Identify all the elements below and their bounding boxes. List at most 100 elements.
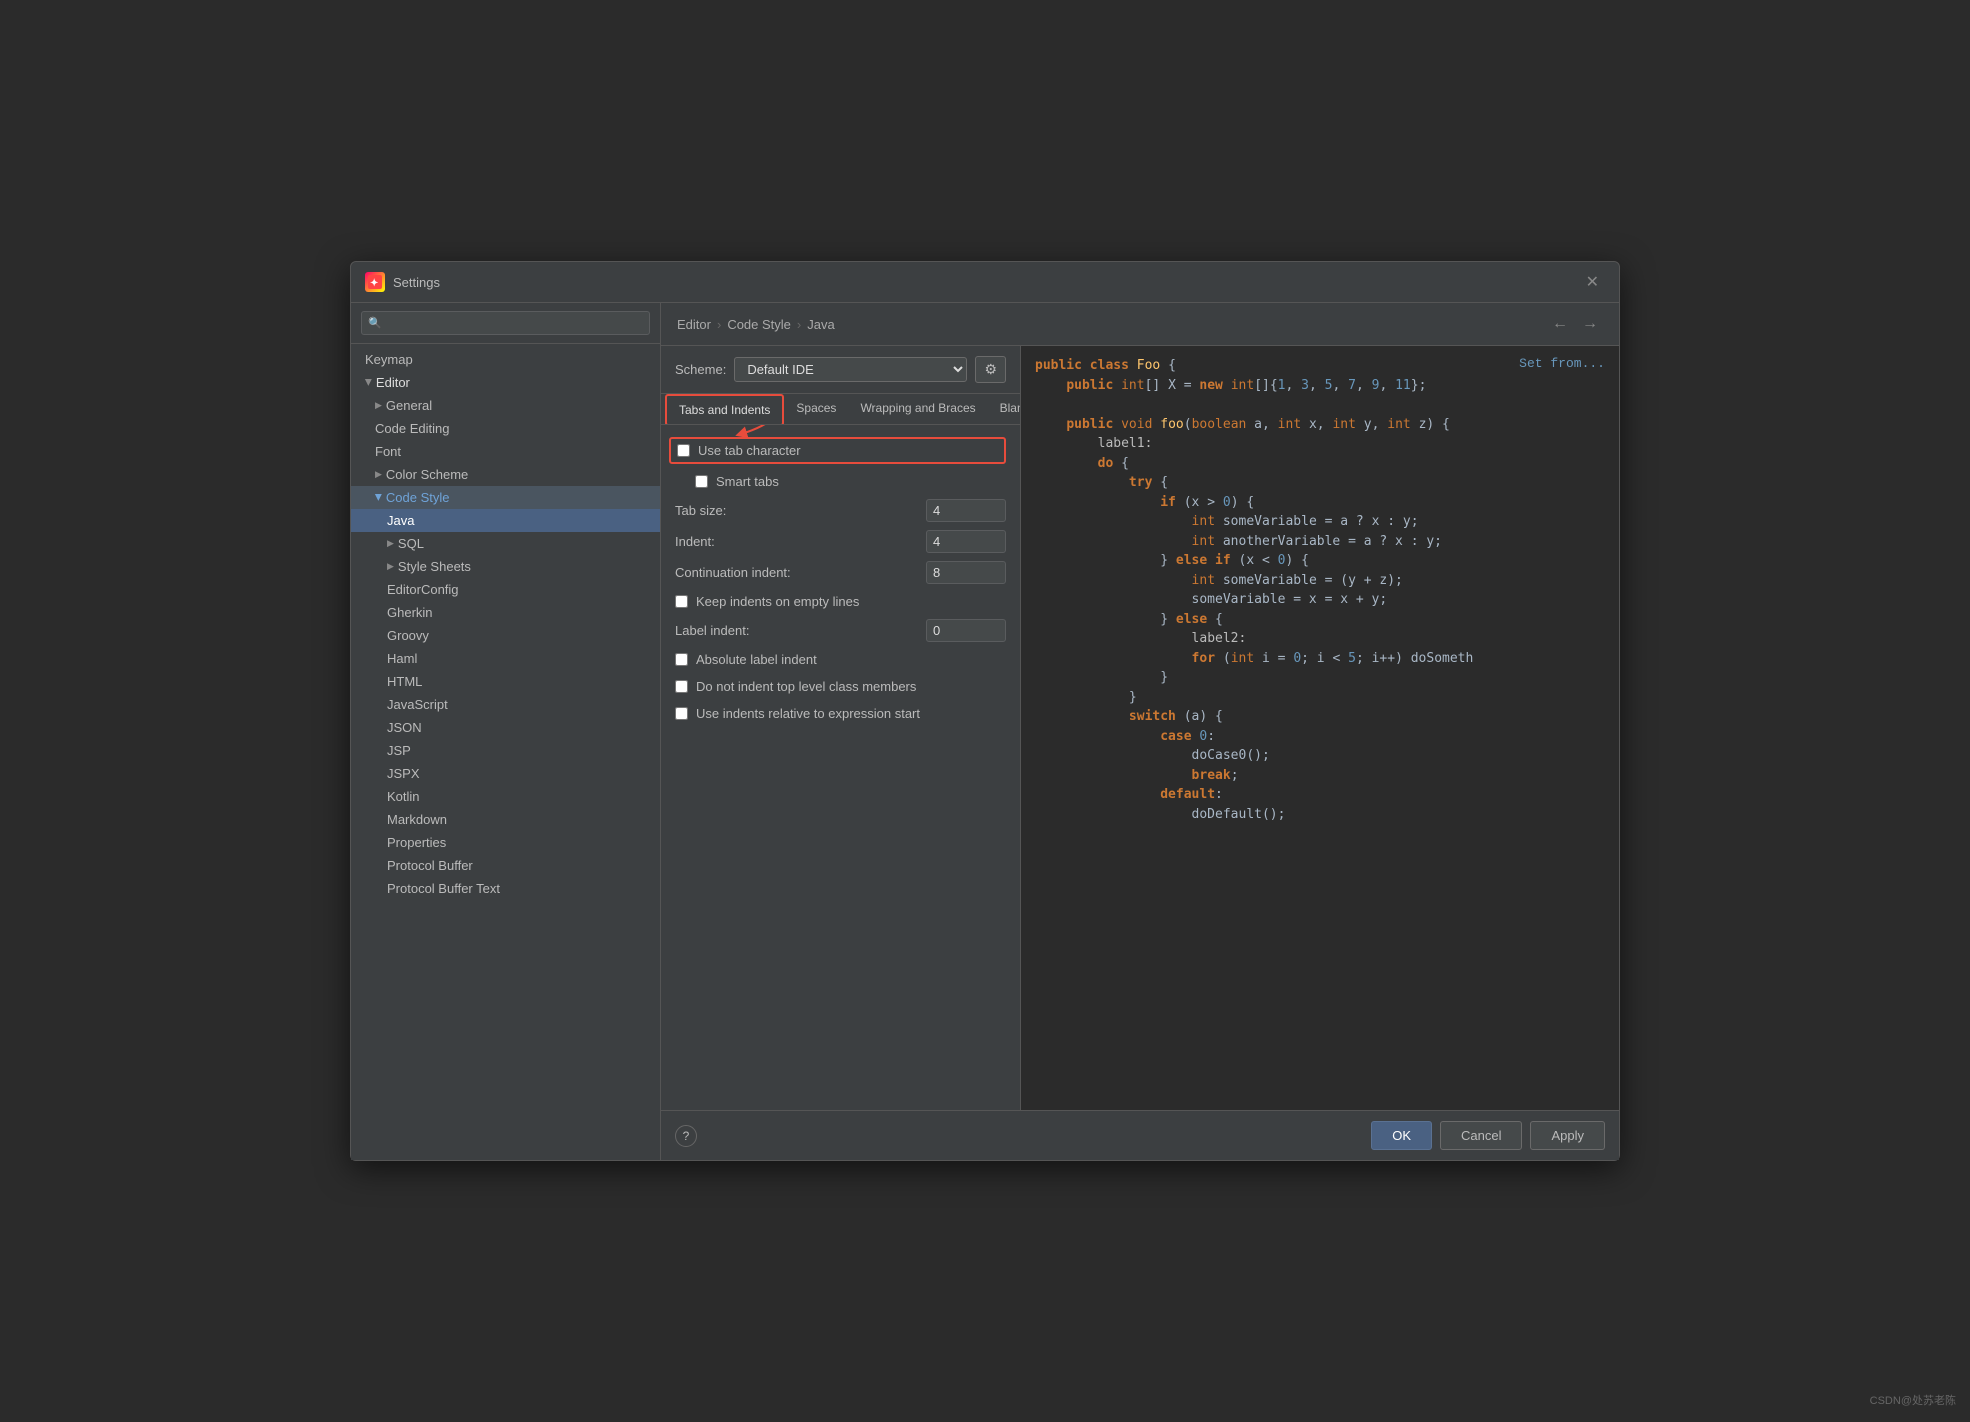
sidebar-item-keymap[interactable]: Keymap — [351, 348, 660, 371]
tab-tabs-and-indents[interactable]: Tabs and Indents — [665, 394, 784, 425]
sidebar-item-general[interactable]: ▶ General — [351, 394, 660, 417]
sidebar-item-sql[interactable]: ▶ SQL — [351, 532, 660, 555]
label-indent-row: Label indent: — [675, 619, 1006, 642]
sidebar-item-haml-label: Haml — [387, 651, 417, 666]
breadcrumb-java: Java — [807, 317, 834, 332]
search-icon: 🔍 — [368, 317, 382, 330]
sidebar-item-color-scheme-label: Color Scheme — [386, 467, 468, 482]
use-tab-character-checkbox[interactable] — [677, 444, 690, 457]
sidebar-item-sql-label: SQL — [398, 536, 424, 551]
code-preview: Set from... public class Foo { public in… — [1021, 346, 1619, 1110]
tab-wrapping-and-braces[interactable]: Wrapping and Braces — [848, 394, 987, 424]
apply-button[interactable]: Apply — [1530, 1121, 1605, 1150]
no-indent-top-level-label: Do not indent top level class members — [696, 679, 916, 694]
continuation-indent-input[interactable] — [926, 561, 1006, 584]
sidebar-item-kotlin[interactable]: Kotlin — [351, 785, 660, 808]
tabs-row: Tabs and Indents Spaces Wrapping and Bra… — [661, 394, 1020, 425]
sidebar-item-gherkin[interactable]: Gherkin — [351, 601, 660, 624]
sidebar-item-properties-label: Properties — [387, 835, 446, 850]
svg-text:✦: ✦ — [370, 278, 378, 289]
sidebar-item-protocol-buffer-text[interactable]: Protocol Buffer Text — [351, 877, 660, 900]
search-input[interactable] — [361, 311, 650, 335]
no-indent-top-level-checkbox[interactable] — [675, 680, 688, 693]
sidebar-item-protocol-buffer-text-label: Protocol Buffer Text — [387, 881, 500, 896]
sidebar-item-jsp[interactable]: JSP — [351, 739, 660, 762]
continuation-indent-row: Continuation indent: — [675, 561, 1006, 584]
breadcrumb-sep2: › — [797, 317, 801, 332]
sidebar-item-jsp-label: JSP — [387, 743, 411, 758]
back-button[interactable]: ← — [1547, 313, 1573, 335]
sidebar-item-jspx[interactable]: JSPX — [351, 762, 660, 785]
sidebar-item-general-label: General — [386, 398, 432, 413]
keep-indents-checkbox[interactable] — [675, 595, 688, 608]
no-indent-top-level-row: Do not indent top level class members — [675, 677, 1006, 696]
use-indents-relative-row: Use indents relative to expression start — [675, 704, 1006, 723]
sidebar-item-protocol-buffer[interactable]: Protocol Buffer — [351, 854, 660, 877]
absolute-label-indent-label: Absolute label indent — [696, 652, 817, 667]
ok-button[interactable]: OK — [1371, 1121, 1432, 1150]
window-title: Settings — [393, 275, 440, 290]
sidebar-item-style-sheets[interactable]: ▶ Style Sheets — [351, 555, 660, 578]
indent-row: Indent: — [675, 530, 1006, 553]
sidebar-item-javascript[interactable]: JavaScript — [351, 693, 660, 716]
continuation-indent-label: Continuation indent: — [675, 565, 918, 580]
indent-input[interactable] — [926, 530, 1006, 553]
smart-tabs-checkbox[interactable] — [695, 475, 708, 488]
sidebar-item-keymap-label: Keymap — [365, 352, 413, 367]
app-icon: ✦ — [365, 272, 385, 292]
sidebar-item-kotlin-label: Kotlin — [387, 789, 420, 804]
sidebar-item-groovy[interactable]: Groovy — [351, 624, 660, 647]
use-indents-relative-checkbox[interactable] — [675, 707, 688, 720]
tab-blank-lines[interactable]: Blank Lines — [988, 394, 1020, 424]
sidebar-item-properties[interactable]: Properties — [351, 831, 660, 854]
chevron-general-icon: ▶ — [375, 400, 382, 411]
sidebar-item-groovy-label: Groovy — [387, 628, 429, 643]
breadcrumb-code-style: Code Style — [727, 317, 791, 332]
sidebar-item-gherkin-label: Gherkin — [387, 605, 433, 620]
tab-size-row: Tab size: — [675, 499, 1006, 522]
watermark: CSDN@处苏老陈 — [1870, 1392, 1956, 1408]
sidebar-item-code-style[interactable]: ▶ Code Style — [351, 486, 660, 509]
sidebar-item-markdown[interactable]: Markdown — [351, 808, 660, 831]
sidebar-item-jspx-label: JSPX — [387, 766, 420, 781]
scheme-select[interactable]: Default IDE — [734, 357, 967, 382]
label-indent-label: Label indent: — [675, 623, 918, 638]
sidebar-item-protocol-buffer-label: Protocol Buffer — [387, 858, 473, 873]
bottom-bar: ? OK Cancel Apply — [661, 1110, 1619, 1160]
tab-spaces[interactable]: Spaces — [784, 394, 848, 424]
sidebar-item-editor[interactable]: ▶ Editor — [351, 371, 660, 394]
help-button[interactable]: ? — [675, 1125, 697, 1147]
search-box: 🔍 — [351, 303, 660, 344]
sidebar-item-html[interactable]: HTML — [351, 670, 660, 693]
indent-label: Indent: — [675, 534, 918, 549]
main-panel: Editor › Code Style › Java ← → Scheme: — [661, 303, 1619, 1160]
sidebar-item-color-scheme[interactable]: ▶ Color Scheme — [351, 463, 660, 486]
action-buttons: OK Cancel Apply — [1371, 1121, 1605, 1150]
breadcrumb-editor: Editor — [677, 317, 711, 332]
gear-button[interactable]: ⚙ — [975, 356, 1006, 383]
sidebar-item-json[interactable]: JSON — [351, 716, 660, 739]
sidebar-item-markdown-label: Markdown — [387, 812, 447, 827]
sidebar-item-haml[interactable]: Haml — [351, 647, 660, 670]
title-bar-left: ✦ Settings — [365, 272, 440, 292]
chevron-stylesheets-icon: ▶ — [387, 561, 394, 572]
sidebar: 🔍 Keymap ▶ Editor ▶ General — [351, 303, 661, 1160]
tab-size-input[interactable] — [926, 499, 1006, 522]
close-button[interactable]: ✕ — [1580, 270, 1605, 294]
forward-button[interactable]: → — [1577, 313, 1603, 335]
breadcrumb-bar: Editor › Code Style › Java ← → — [661, 303, 1619, 346]
scheme-label: Scheme: — [675, 362, 726, 377]
sidebar-item-code-editing[interactable]: Code Editing — [351, 417, 660, 440]
sidebar-item-editorconfig[interactable]: EditorConfig — [351, 578, 660, 601]
set-from-link[interactable]: Set from... — [1519, 354, 1605, 374]
absolute-label-indent-checkbox[interactable] — [675, 653, 688, 666]
scheme-row: Scheme: Default IDE ⚙ — [661, 346, 1020, 394]
sidebar-item-style-sheets-label: Style Sheets — [398, 559, 471, 574]
title-bar: ✦ Settings ✕ — [351, 262, 1619, 303]
sidebar-item-java[interactable]: Java — [351, 509, 660, 532]
label-indent-input[interactable] — [926, 619, 1006, 642]
sidebar-item-font[interactable]: Font — [351, 440, 660, 463]
cancel-button[interactable]: Cancel — [1440, 1121, 1522, 1150]
dialog-body: 🔍 Keymap ▶ Editor ▶ General — [351, 303, 1619, 1160]
sidebar-item-editor-label: Editor — [376, 375, 410, 390]
